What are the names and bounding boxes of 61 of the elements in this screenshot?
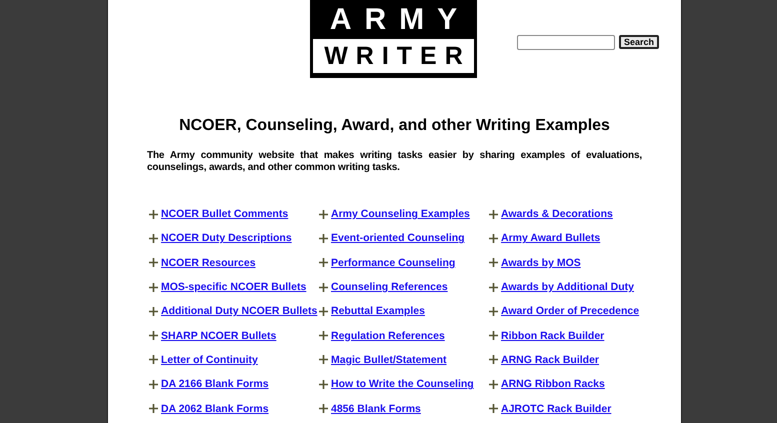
search-field[interactable]: [517, 35, 615, 50]
plus-icon: [319, 380, 328, 389]
nav-link[interactable]: Event-oriented Counseling: [331, 232, 465, 244]
plus-icon: [319, 355, 328, 364]
plus-icon: [149, 306, 158, 316]
nav-link[interactable]: Ribbon Rack Builder: [501, 330, 604, 342]
nav-link[interactable]: Awards & Decorations: [501, 208, 613, 220]
nav-link[interactable]: ARNG Ribbon Racks: [501, 378, 605, 390]
logo-text: ARMY: [328, 3, 470, 37]
plus-icon: [489, 234, 498, 243]
plus-icon: [319, 306, 328, 316]
nav-link[interactable]: Award Order of Precedence: [501, 305, 640, 318]
nav-link[interactable]: Awards by Additional Duty: [501, 281, 634, 294]
plus-icon: [489, 210, 498, 219]
nav-link[interactable]: Performance Counseling: [331, 256, 456, 269]
plus-icon: [489, 355, 498, 364]
plus-icon: [489, 282, 498, 292]
logo[interactable]: ARMY WRITER: [310, 0, 477, 78]
plus-icon: [319, 282, 328, 292]
plus-icon: [149, 331, 158, 340]
plus-icon: [489, 404, 498, 414]
plus-icon: [149, 210, 158, 219]
plus-icon: [149, 404, 158, 414]
plus-icon: [319, 258, 328, 268]
nav-link[interactable]: AJROTC Rack Builder: [501, 402, 612, 415]
nav-link[interactable]: SHARP NCOER Bullets: [161, 330, 276, 342]
plus-icon: [149, 258, 158, 268]
logo-text: WRITER: [313, 39, 474, 73]
nav-link[interactable]: MOS-specific NCOER Bullets: [161, 281, 306, 294]
plus-icon: [319, 234, 328, 243]
nav-link[interactable]: Army Counseling Examples: [331, 208, 470, 220]
plus-icon: [319, 210, 328, 219]
nav-link[interactable]: NCOER Bullet Comments: [161, 208, 288, 220]
plus-icon: [149, 355, 158, 364]
nav-link[interactable]: Additional Duty NCOER Bullets: [161, 305, 318, 318]
nav-link[interactable]: NCOER Duty Descriptions: [161, 232, 292, 244]
nav-link[interactable]: Regulation References: [331, 330, 445, 342]
intro-text: The Army community website that makes writing tasks easier by sharing examples of evaluations, counselings, awards, and other common writing tasks.: [147, 150, 642, 173]
nav-link[interactable]: Army Award Bullets: [501, 232, 600, 244]
plus-icon: [319, 404, 328, 414]
nav-link[interactable]: Counseling References: [331, 281, 448, 294]
nav-link[interactable]: 4856 Blank Forms: [331, 402, 421, 415]
nav-link[interactable]: Awards by MOS: [501, 256, 581, 269]
plus-icon: [489, 331, 498, 340]
nav-link[interactable]: Magic Bullet/Statement: [331, 354, 447, 366]
plus-icon: [149, 282, 158, 292]
plus-icon: [489, 258, 498, 268]
nav-link[interactable]: NCOER Resources: [161, 256, 256, 269]
nav-link[interactable]: DA 2166 Blank Forms: [161, 378, 269, 390]
nav-link[interactable]: Rebuttal Examples: [331, 305, 425, 318]
nav-link[interactable]: ARNG Rack Builder: [501, 354, 600, 366]
plus-icon: [489, 306, 498, 316]
nav-link[interactable]: How to Write the Counseling: [331, 378, 474, 390]
nav-link[interactable]: DA 2062 Blank Forms: [161, 402, 269, 415]
plus-icon: [489, 380, 498, 389]
plus-icon: [319, 331, 328, 340]
page-heading: NCOER, Counseling, Award, and other Writing Examples: [178, 116, 611, 136]
plus-icon: [149, 380, 158, 389]
plus-icon: [149, 234, 158, 243]
nav-link[interactable]: Letter of Continuity: [161, 354, 258, 366]
search-button[interactable]: Search: [619, 35, 660, 49]
